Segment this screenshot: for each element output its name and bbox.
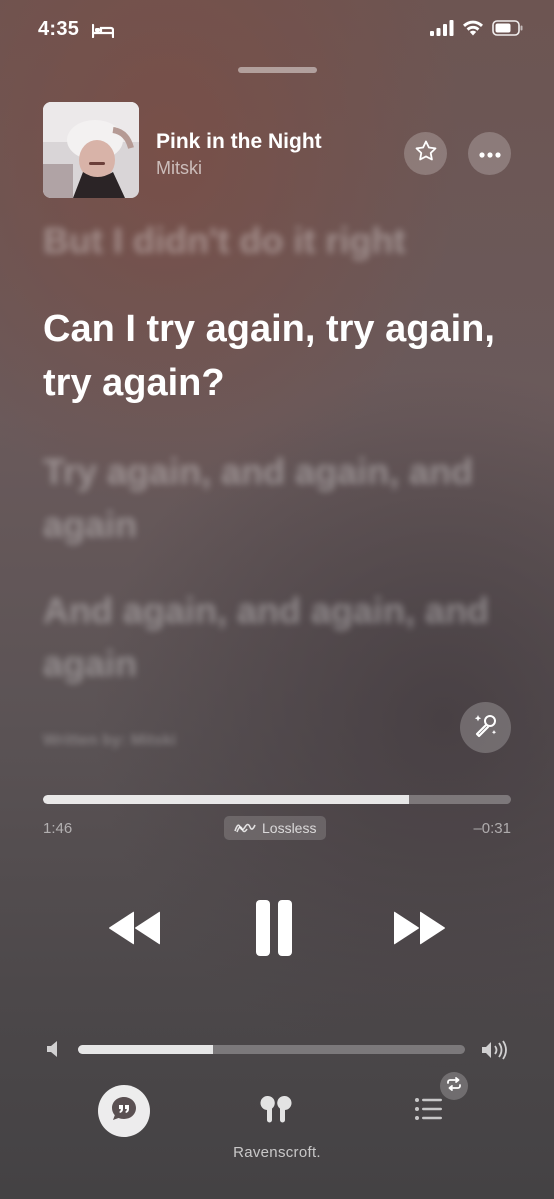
quote-bubble-icon (109, 1094, 139, 1129)
battery-icon (492, 20, 524, 41)
remaining-time: –0:31 (473, 820, 511, 837)
repeat-icon (446, 1076, 462, 1096)
lyric-line-current[interactable]: Can I try again, try again, try again? (43, 302, 513, 410)
lossless-badge[interactable]: Lossless (224, 816, 327, 840)
artist-name[interactable]: Mitski (156, 158, 202, 179)
volume-low-icon (45, 1040, 61, 1063)
volume-slider[interactable] (78, 1045, 465, 1054)
more-options-button[interactable] (468, 132, 511, 175)
album-artwork[interactable] (43, 102, 139, 198)
lyric-line-next[interactable]: And again, and again, and again (43, 584, 513, 690)
forward-icon (392, 911, 448, 954)
list-icon (414, 1098, 444, 1126)
repeat-badge[interactable] (440, 1072, 468, 1100)
volume-high-icon (481, 1040, 509, 1065)
playback-scrubber[interactable] (43, 795, 511, 804)
lyric-line-previous[interactable]: But I didn't do it right (43, 214, 513, 267)
star-icon (414, 139, 438, 168)
microphone-sparkle-icon (472, 711, 500, 744)
lossless-wave-icon (234, 820, 256, 836)
lyrics-credit: Written by: Mitski (43, 732, 177, 749)
status-time: 4:35 (38, 18, 80, 40)
wifi-icon (462, 20, 484, 41)
pause-button[interactable] (250, 898, 298, 963)
up-next-queue-button[interactable] (414, 1096, 444, 1127)
sleep-bed-icon (91, 22, 115, 43)
ellipsis-icon (478, 145, 501, 163)
lyric-line-next[interactable]: Try again, and again, and again (43, 445, 513, 551)
airpods-icon (258, 1095, 294, 1128)
sheet-grabber[interactable] (238, 67, 317, 73)
cellular-signal-icon (430, 20, 454, 41)
lyrics-button[interactable] (98, 1085, 150, 1137)
elapsed-time: 1:46 (43, 820, 73, 837)
previous-track-button[interactable] (106, 906, 162, 955)
next-track-button[interactable] (392, 906, 448, 955)
output-device-label: Ravenscroft. (233, 1144, 321, 1161)
airplay-airpods-button[interactable] (258, 1094, 294, 1129)
lossless-label: Lossless (262, 820, 317, 836)
pause-icon (250, 900, 298, 962)
favorite-button[interactable] (404, 132, 447, 175)
sing-button[interactable] (460, 702, 511, 753)
volume-level-fill (78, 1045, 214, 1054)
backward-icon (106, 911, 162, 954)
song-title[interactable]: Pink in the Night (156, 130, 322, 154)
playback-progress-fill (43, 795, 409, 804)
